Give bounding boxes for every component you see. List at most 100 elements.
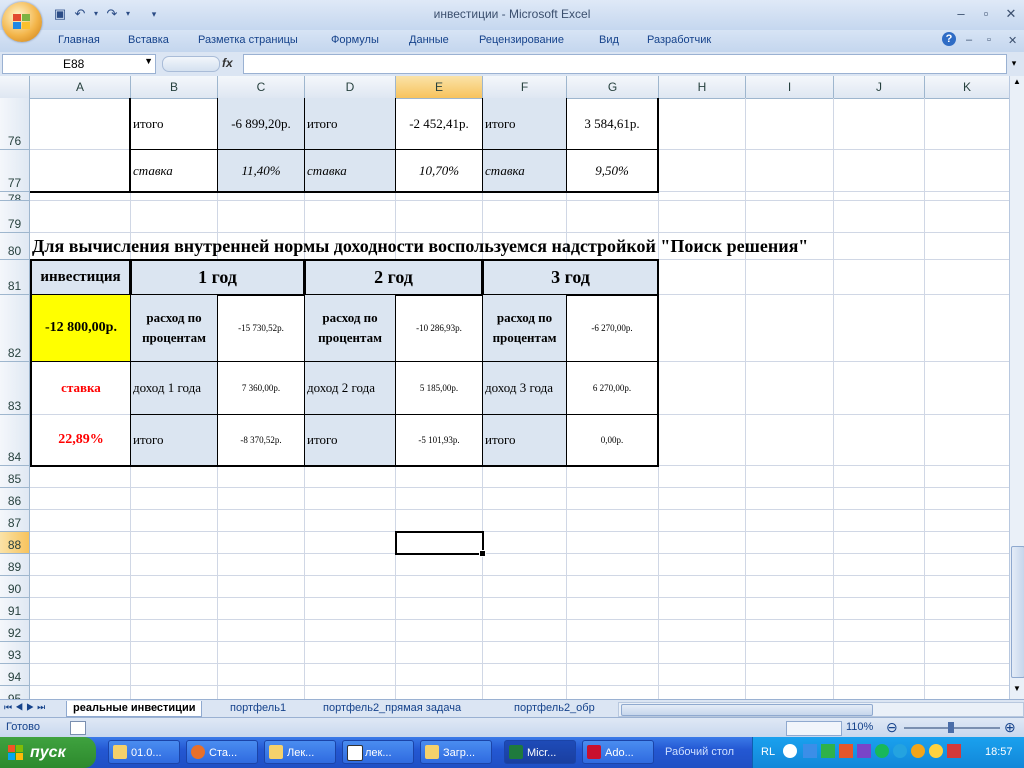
cell-c84[interactable]: -8 370,52р. bbox=[217, 414, 305, 467]
language-indicator[interactable]: RL bbox=[761, 746, 775, 758]
cell-c83[interactable]: 7 360,00р. bbox=[217, 361, 305, 415]
tray-back-icon[interactable] bbox=[783, 744, 797, 758]
macro-record-icon[interactable] bbox=[70, 721, 86, 735]
cell-e82[interactable]: -10 286,93р. bbox=[395, 294, 483, 362]
cell-g83[interactable]: 6 270,00р. bbox=[566, 361, 659, 415]
row-header-87[interactable]: 87 bbox=[0, 510, 29, 532]
row-header-93[interactable]: 93 bbox=[0, 642, 29, 664]
tray-app-icon[interactable] bbox=[839, 744, 853, 758]
column-header-c[interactable]: C bbox=[218, 76, 305, 98]
cell-d84[interactable]: итого bbox=[304, 414, 396, 467]
cell-g76[interactable]: 3 584,61р. bbox=[566, 98, 659, 150]
column-header-a[interactable]: A bbox=[30, 76, 131, 98]
expand-formula-bar-icon[interactable]: ▾ bbox=[1007, 54, 1021, 72]
row-header-92[interactable]: 92 bbox=[0, 620, 29, 642]
tray-app-icon[interactable] bbox=[911, 744, 925, 758]
cell-e77[interactable]: 10,70% bbox=[395, 149, 483, 193]
redo-icon[interactable]: ↷ bbox=[104, 6, 120, 22]
sheet-tab-portfolio2-direct[interactable]: портфель2_прямая задача bbox=[317, 701, 467, 716]
cell-e76[interactable]: -2 452,41р. bbox=[395, 98, 483, 150]
tab-developer[interactable]: Разработчик bbox=[647, 34, 711, 46]
row-header-84[interactable]: 84 bbox=[0, 415, 29, 466]
tray-security-icon[interactable] bbox=[947, 744, 961, 758]
taskbar-item-firefox[interactable]: Ста... bbox=[186, 740, 258, 764]
tab-formulas[interactable]: Формулы bbox=[331, 34, 379, 46]
fill-handle[interactable] bbox=[479, 550, 486, 557]
row-header-90[interactable]: 90 bbox=[0, 576, 29, 598]
horizontal-scrollbar[interactable] bbox=[618, 702, 1024, 717]
cell-d81-year2[interactable]: 2 год bbox=[304, 259, 483, 296]
column-header-k[interactable]: K bbox=[925, 76, 1009, 98]
row-header-91[interactable]: 91 bbox=[0, 598, 29, 620]
horizontal-scroll-thumb[interactable] bbox=[621, 704, 873, 716]
sheet-navigation-arrows-icon[interactable]: ⏮◀▶⏭ bbox=[4, 702, 48, 713]
tab-review[interactable]: Рецензирование bbox=[479, 34, 564, 46]
sheet-tab-portfolio2-inverse[interactable]: портфель2_обр bbox=[508, 701, 601, 716]
cell-g77[interactable]: 9,50% bbox=[566, 149, 659, 193]
sheet-tab-real-investments[interactable]: реальные инвестиции bbox=[66, 701, 203, 717]
scroll-down-arrow-icon[interactable]: ▼ bbox=[1011, 684, 1023, 696]
undo-icon[interactable]: ↶ bbox=[72, 6, 88, 22]
zoom-out-icon[interactable]: ⊖ bbox=[886, 719, 898, 736]
taskbar-item-downloads[interactable]: Загр... bbox=[420, 740, 492, 764]
row-header-89[interactable]: 89 bbox=[0, 554, 29, 576]
column-header-f[interactable]: F bbox=[483, 76, 567, 98]
ribbon-close-button[interactable]: ✕ bbox=[1008, 34, 1017, 47]
vertical-scroll-thumb[interactable] bbox=[1011, 546, 1024, 678]
zoom-in-icon[interactable]: ⊕ bbox=[1004, 719, 1016, 736]
tab-view[interactable]: Вид bbox=[599, 34, 619, 46]
column-header-b[interactable]: B bbox=[131, 76, 218, 98]
name-box-dropdown-icon[interactable]: ▼ bbox=[144, 56, 153, 66]
cell-f81-year3[interactable]: 3 год bbox=[482, 259, 659, 296]
formula-input[interactable] bbox=[243, 54, 1007, 74]
column-header-d[interactable]: D bbox=[305, 76, 396, 98]
vertical-scrollbar[interactable]: ▲ ▼ bbox=[1009, 76, 1024, 699]
name-box[interactable]: E88 ▼ bbox=[2, 54, 156, 74]
tray-app-icon[interactable] bbox=[821, 744, 835, 758]
tab-data[interactable]: Данные bbox=[409, 34, 449, 46]
tab-insert[interactable]: Вставка bbox=[128, 34, 169, 46]
active-cell-e88[interactable] bbox=[395, 531, 486, 557]
undo-dropdown-icon[interactable]: ▾ bbox=[88, 6, 104, 22]
insert-function-icon[interactable]: fx bbox=[222, 56, 233, 70]
cell-g84[interactable]: 0,00р. bbox=[566, 414, 659, 467]
cell-d76[interactable]: итого bbox=[304, 98, 396, 150]
cell-b84[interactable]: итого bbox=[130, 414, 218, 467]
cell-g82[interactable]: -6 270,00р. bbox=[566, 294, 659, 362]
scroll-up-arrow-icon[interactable]: ▲ bbox=[1011, 77, 1023, 89]
cell-a81[interactable]: инвестиция bbox=[30, 259, 131, 296]
tray-network-icon[interactable] bbox=[803, 744, 817, 758]
cell-b82[interactable]: расход по процентам bbox=[130, 294, 218, 362]
cell-f82[interactable]: расход по процентам bbox=[482, 294, 567, 362]
zoom-slider-thumb[interactable] bbox=[948, 722, 954, 733]
redo-dropdown-icon[interactable]: ▾ bbox=[120, 6, 136, 22]
start-button[interactable]: пуск bbox=[0, 737, 96, 768]
row-header-95[interactable]: 95 bbox=[0, 686, 29, 699]
cell-d77[interactable]: ставка bbox=[304, 149, 396, 193]
taskbar-item-lectures-folder[interactable]: Лек... bbox=[264, 740, 336, 764]
cell-a82-investment[interactable]: -12 800,00р. bbox=[30, 294, 131, 362]
minimize-button[interactable]: – bbox=[950, 5, 972, 23]
help-icon[interactable]: ? bbox=[942, 32, 956, 46]
tab-home[interactable]: Главная bbox=[58, 34, 100, 46]
row-header-78[interactable]: 78 bbox=[0, 192, 29, 201]
desktop-toolbar-label[interactable]: Рабочий стол bbox=[665, 746, 734, 758]
column-header-j[interactable]: J bbox=[834, 76, 925, 98]
cell-c76[interactable]: -6 899,20р. bbox=[217, 98, 305, 150]
tab-page-layout[interactable]: Разметка страницы bbox=[198, 34, 298, 46]
customize-toolbar-icon[interactable]: ▾ bbox=[146, 6, 162, 22]
row-header-80[interactable]: 80 bbox=[0, 233, 29, 260]
close-button[interactable]: ✕ bbox=[1000, 5, 1022, 23]
column-header-h[interactable]: H bbox=[659, 76, 746, 98]
column-header-e[interactable]: E bbox=[396, 76, 483, 98]
taskbar-item-lectures-doc[interactable]: лек... bbox=[342, 740, 414, 764]
row-header-77[interactable]: 77 bbox=[0, 150, 29, 192]
row-header-76[interactable]: 76 bbox=[0, 98, 29, 150]
cell-d83[interactable]: доход 2 года bbox=[304, 361, 396, 415]
tray-app-icon[interactable] bbox=[875, 744, 889, 758]
restore-button[interactable]: ▫ bbox=[975, 5, 997, 23]
tray-app-icon[interactable] bbox=[929, 744, 943, 758]
cell-f76[interactable]: итого bbox=[482, 98, 567, 150]
cell-f83[interactable]: доход 3 года bbox=[482, 361, 567, 415]
cell-a76-a77[interactable] bbox=[30, 98, 131, 193]
